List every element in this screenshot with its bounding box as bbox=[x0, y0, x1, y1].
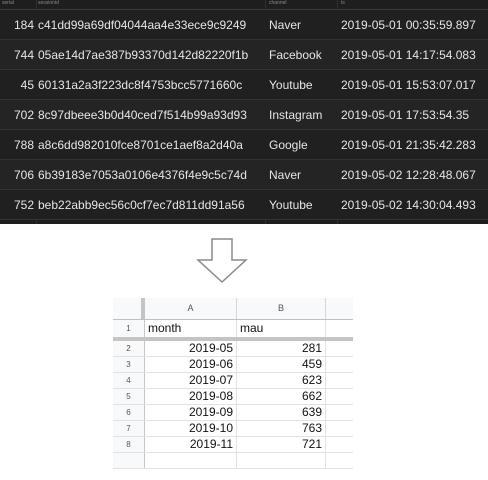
cell-id: 45 bbox=[20, 78, 34, 92]
row-number[interactable] bbox=[113, 453, 145, 468]
cell-empty[interactable] bbox=[326, 341, 353, 356]
cell-month[interactable]: 2019-06 bbox=[145, 357, 237, 372]
query-result-header: serial sessionid channel ts bbox=[0, 0, 488, 10]
table-row[interactable]: 788 a8c6dd982010fce8701ce1aef8a2d40a Goo… bbox=[0, 130, 488, 160]
row-number[interactable]: 3 bbox=[113, 357, 145, 372]
cell-channel: Youtube bbox=[269, 78, 313, 92]
row-number[interactable]: 4 bbox=[113, 373, 145, 388]
cell-mau[interactable]: 639 bbox=[237, 405, 326, 420]
row-number[interactable]: 2 bbox=[113, 341, 145, 356]
cell-empty[interactable] bbox=[326, 405, 353, 420]
cell-empty[interactable] bbox=[326, 320, 353, 337]
cell-channel: Naver bbox=[269, 18, 302, 32]
cell-id: 752 bbox=[13, 198, 34, 212]
spreadsheet-rows: 1 month mau 2 2019-05 281 3 2019-06 459 … bbox=[113, 320, 353, 469]
cell-empty[interactable] bbox=[326, 453, 353, 468]
cell-channel: Facebook bbox=[269, 48, 322, 62]
cell-id: 184 bbox=[13, 18, 34, 32]
cell-session-id: 8c97dbeee3b0d40ced7f514b99a93d93 bbox=[38, 108, 247, 122]
spreadsheet-row: 1 month mau bbox=[113, 320, 353, 341]
cell-id: 788 bbox=[13, 138, 34, 152]
cell-mau[interactable]: 281 bbox=[237, 341, 326, 356]
spreadsheet-row: 8 2019-11 721 bbox=[113, 437, 353, 453]
cell-mau[interactable]: 662 bbox=[237, 389, 326, 404]
cell-mau-header[interactable]: mau bbox=[237, 320, 326, 337]
cell-mau[interactable]: 459 bbox=[237, 357, 326, 372]
cell-timestamp: 2019-05-01 17:53:54.35 bbox=[341, 108, 470, 122]
cell-month[interactable] bbox=[145, 453, 237, 468]
table-row[interactable]: 184 c41dd99a69df04044aa4e33ece9c9249 Nav… bbox=[0, 10, 488, 40]
row-number[interactable]: 7 bbox=[113, 421, 145, 436]
spreadsheet-row: 7 2019-10 763 bbox=[113, 421, 353, 437]
cell-mau[interactable]: 623 bbox=[237, 373, 326, 388]
spreadsheet-row: 6 2019-09 639 bbox=[113, 405, 353, 421]
cell-timestamp: 2019-05-01 00:35:59.897 bbox=[341, 18, 476, 32]
cell-channel: Naver bbox=[269, 168, 302, 182]
cell-channel: Google bbox=[269, 138, 308, 152]
cell-timestamp: 2019-05-01 14:17:54.083 bbox=[341, 48, 476, 62]
table-row[interactable]: 45 60131a2a3f223dc8f4753bcc5771660c Yout… bbox=[0, 70, 488, 100]
spreadsheet-row: 4 2019-07 623 bbox=[113, 373, 353, 389]
row-number[interactable]: 5 bbox=[113, 389, 145, 404]
cell-timestamp: 2019-05-01 21:35:42.283 bbox=[341, 138, 476, 152]
cell-empty[interactable] bbox=[326, 389, 353, 404]
row-number[interactable]: 1 bbox=[113, 320, 145, 337]
spreadsheet-row: 5 2019-08 662 bbox=[113, 389, 353, 405]
table-row[interactable]: 702 8c97dbeee3b0d40ced7f514b99a93d93 Ins… bbox=[0, 100, 488, 130]
cell-month[interactable]: 2019-09 bbox=[145, 405, 237, 420]
cell-mau[interactable] bbox=[237, 453, 326, 468]
spreadsheet-grid: A B 1 month mau 2 2019-05 281 3 2019-06 … bbox=[113, 298, 353, 480]
cell-timestamp: 2019-05-02 12:28:48.067 bbox=[341, 168, 476, 182]
cell-session-id: a8c6dd982010fce8701ce1aef8a2d40a bbox=[38, 138, 243, 152]
query-result-rows: 184 c41dd99a69df04044aa4e33ece9c9249 Nav… bbox=[0, 10, 488, 220]
table-row[interactable]: 706 6b39183e7053a0106e4376f4e9c5c74d Nav… bbox=[0, 160, 488, 190]
cell-month[interactable]: 2019-10 bbox=[145, 421, 237, 436]
cell-channel: Instagram bbox=[269, 108, 323, 122]
table-row[interactable]: 752 beb22abb9ec56c0cf7ec7d811dd91a56 You… bbox=[0, 190, 488, 220]
column-header-a[interactable]: A bbox=[145, 298, 237, 319]
table-row[interactable]: 744 05ae14d7ae387b93370d142d82220f1b Fac… bbox=[0, 40, 488, 70]
cell-session-id: beb22abb9ec56c0cf7ec7d811dd91a56 bbox=[38, 198, 245, 212]
cell-session-id: 60131a2a3f223dc8f4753bcc5771660c bbox=[38, 78, 243, 92]
cell-session-id: c41dd99a69df04044aa4e33ece9c9249 bbox=[38, 18, 247, 32]
column-header-c[interactable] bbox=[326, 298, 353, 319]
column-header-bar: A B bbox=[113, 298, 353, 320]
cell-session-id: 05ae14d7ae387b93370d142d82220f1b bbox=[38, 48, 249, 62]
cell-month-header[interactable]: month bbox=[145, 320, 237, 337]
cell-session-id: 6b39183e7053a0106e4376f4e9c5c74d bbox=[38, 168, 247, 182]
cell-empty[interactable] bbox=[326, 437, 353, 452]
cell-month[interactable]: 2019-05 bbox=[145, 341, 237, 356]
cell-empty[interactable] bbox=[326, 357, 353, 372]
query-result-table: serial sessionid channel ts 184 c41dd99a… bbox=[0, 0, 488, 224]
spreadsheet-row bbox=[113, 453, 353, 469]
cell-id: 744 bbox=[13, 48, 34, 62]
column-header-b[interactable]: B bbox=[237, 298, 326, 319]
cell-mau[interactable]: 721 bbox=[237, 437, 326, 452]
cell-mau[interactable]: 763 bbox=[237, 421, 326, 436]
cell-id: 706 bbox=[13, 168, 34, 182]
cell-timestamp: 2019-05-02 14:30:04.493 bbox=[341, 198, 476, 212]
cell-month[interactable]: 2019-07 bbox=[145, 373, 237, 388]
spreadsheet-row: 2 2019-05 281 bbox=[113, 341, 353, 357]
down-arrow-icon bbox=[196, 238, 248, 284]
row-number[interactable]: 8 bbox=[113, 437, 145, 452]
cell-timestamp: 2019-05-01 15:53:07.017 bbox=[341, 78, 476, 92]
cell-empty[interactable] bbox=[326, 421, 353, 436]
cell-id: 702 bbox=[13, 108, 34, 122]
cell-empty[interactable] bbox=[326, 373, 353, 388]
spreadsheet-row: 3 2019-06 459 bbox=[113, 357, 353, 373]
row-number[interactable]: 6 bbox=[113, 405, 145, 420]
select-all-corner[interactable] bbox=[113, 298, 145, 319]
cell-month[interactable]: 2019-11 bbox=[145, 437, 237, 452]
cell-channel: Youtube bbox=[269, 198, 313, 212]
cell-month[interactable]: 2019-08 bbox=[145, 389, 237, 404]
